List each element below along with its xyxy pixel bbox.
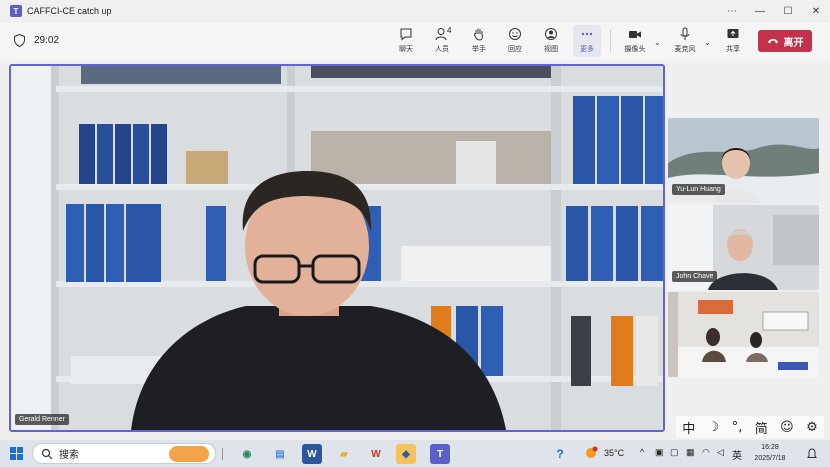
title-bar: T CAFFCI-CE catch up ⋯ — ☐ ✕ bbox=[0, 0, 830, 22]
app-icon[interactable]: ◆ bbox=[396, 444, 416, 464]
share-button[interactable]: 共享 bbox=[722, 25, 744, 57]
participant-thumbnail[interactable]: Yu-Lun Huang bbox=[668, 118, 819, 203]
ime-emoji-icon[interactable]: ☺ bbox=[780, 420, 794, 435]
show-hidden-icons-chevron-icon[interactable]: ^ bbox=[640, 447, 644, 457]
clock-time[interactable]: 16:28 bbox=[758, 444, 782, 451]
help-icon[interactable]: ? bbox=[550, 444, 570, 464]
word-app-icon[interactable]: W bbox=[302, 444, 322, 464]
hand-icon bbox=[474, 28, 483, 41]
notifications-icon[interactable] bbox=[806, 448, 818, 460]
leave-label: 离开 bbox=[783, 37, 804, 49]
leave-button[interactable]: 离开 bbox=[758, 30, 812, 52]
react-label: 回应 bbox=[508, 46, 522, 53]
ime-toolbar: 中 ☽ °, 简 ☺ ⚙ bbox=[676, 416, 824, 438]
search-icon bbox=[41, 448, 53, 459]
wps-app-icon[interactable]: W bbox=[366, 444, 386, 464]
tray-icon[interactable]: ▣ bbox=[655, 447, 664, 458]
weather-icon[interactable] bbox=[584, 446, 598, 460]
microphone-icon bbox=[680, 27, 690, 40]
view-label: 视图 bbox=[544, 46, 558, 53]
search-highlight-image bbox=[169, 446, 209, 462]
meeting-toolbar: 29:02 聊天 人员 4 举手 回应 视图 更多 摄像头 ⌄ 麦克风 ⌄ 共享… bbox=[0, 22, 830, 60]
raise-hand-button[interactable]: 举手 bbox=[468, 25, 490, 57]
wifi-icon[interactable]: ◠ bbox=[702, 447, 710, 458]
chat-button[interactable]: 聊天 bbox=[395, 25, 417, 57]
input-language-indicator[interactable]: 英 bbox=[732, 447, 742, 462]
people-button[interactable]: 人员 4 bbox=[430, 25, 454, 57]
ellipsis-icon bbox=[581, 32, 593, 36]
smile-icon bbox=[509, 28, 521, 40]
participant-name: John Chave bbox=[672, 271, 718, 282]
participant-thumbnail[interactable]: John Chave bbox=[668, 205, 819, 290]
mic-button[interactable]: 麦克风 bbox=[670, 25, 700, 57]
camera-label: 摄像头 bbox=[624, 46, 646, 53]
tray-icon[interactable]: ▦ bbox=[686, 447, 695, 458]
windows-start-icon[interactable] bbox=[10, 447, 23, 460]
mic-options-chevron-icon[interactable]: ⌄ bbox=[704, 38, 711, 47]
people-label: 人员 bbox=[435, 46, 449, 53]
ime-simplified[interactable]: 简 bbox=[755, 418, 768, 437]
main-participant-name: Gerald Renner bbox=[15, 414, 69, 425]
volume-icon[interactable]: ◁ bbox=[717, 447, 724, 458]
close-icon[interactable]: ✕ bbox=[802, 0, 830, 22]
more-button[interactable]: 更多 bbox=[573, 25, 601, 57]
teams-app-icon[interactable]: T bbox=[430, 444, 450, 464]
more-label: 更多 bbox=[580, 46, 594, 53]
ime-settings-icon[interactable]: ⚙ bbox=[806, 420, 818, 435]
share-label: 共享 bbox=[726, 46, 740, 53]
view-icon bbox=[545, 28, 557, 40]
raise-hand-label: 举手 bbox=[472, 46, 486, 53]
toolbar-divider bbox=[610, 30, 611, 52]
taskbar-search[interactable]: 搜索 bbox=[32, 443, 216, 464]
window-title: CAFFCI-CE catch up bbox=[27, 6, 112, 16]
camera-options-chevron-icon[interactable]: ⌄ bbox=[654, 38, 661, 47]
participant-video-image bbox=[668, 292, 819, 377]
teams-meeting-window: T CAFFCI-CE catch up ⋯ — ☐ ✕ 29:02 聊天 人员… bbox=[0, 0, 830, 467]
camera-button[interactable]: 摄像头 bbox=[620, 25, 650, 57]
ime-moon-icon[interactable]: ☽ bbox=[708, 420, 720, 435]
main-video-tile[interactable]: Gerald Renner bbox=[9, 64, 665, 432]
react-button[interactable]: 回应 bbox=[504, 25, 526, 57]
file-explorer-icon[interactable]: ▰ bbox=[334, 444, 354, 464]
ime-punctuation[interactable]: °, bbox=[732, 420, 743, 435]
more-icon[interactable]: ⋯ bbox=[718, 0, 746, 22]
hangup-icon bbox=[767, 39, 778, 44]
search-placeholder: 搜索 bbox=[59, 450, 79, 461]
shield-icon bbox=[14, 34, 25, 47]
teams-logo-icon: T bbox=[10, 5, 22, 17]
clock-date[interactable]: 2025/7/18 bbox=[750, 455, 790, 462]
meeting-timer: 29:02 bbox=[34, 35, 60, 46]
taskbar-divider bbox=[222, 448, 223, 460]
people-count: 4 bbox=[447, 26, 452, 35]
camera-icon bbox=[629, 31, 641, 38]
main-video-image bbox=[11, 66, 663, 430]
edge-app-icon[interactable]: ◉ bbox=[237, 444, 257, 464]
windows-taskbar: 搜索 ◉ ▤ W ▰ W ◆ T ? 35°C ^ ▣ ▢ ▦ ◠ ◁ 英 16… bbox=[0, 440, 830, 467]
maximize-icon[interactable]: ☐ bbox=[774, 0, 802, 22]
ime-chinese-mode[interactable]: 中 bbox=[682, 418, 695, 437]
view-button[interactable]: 视图 bbox=[540, 25, 562, 57]
tray-icon[interactable]: ▢ bbox=[670, 447, 679, 458]
participant-thumbnail[interactable] bbox=[668, 292, 819, 377]
weather-temp: 35°C bbox=[604, 448, 625, 458]
share-icon bbox=[727, 29, 739, 38]
chat-icon bbox=[400, 28, 412, 41]
minimize-icon[interactable]: — bbox=[746, 0, 774, 22]
mic-label: 麦克风 bbox=[674, 46, 696, 53]
files-app-icon[interactable]: ▤ bbox=[270, 444, 290, 464]
participant-name: Yu-Lun Huang bbox=[672, 184, 725, 195]
window-controls: ⋯ — ☐ ✕ bbox=[718, 0, 830, 22]
chat-label: 聊天 bbox=[399, 46, 413, 53]
